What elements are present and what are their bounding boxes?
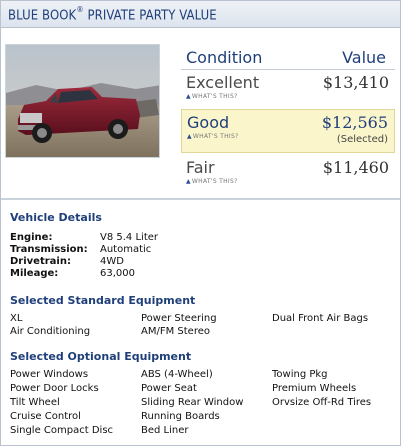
whats-this-link[interactable]: ▲WHAT'S THIS?: [186, 178, 238, 185]
triangle-icon: ▲: [186, 178, 191, 185]
condition-row-good[interactable]: Good ▲WHAT'S THIS? $12,565 (Selected): [181, 109, 395, 153]
equipment-item: ABS (4-Wheel): [141, 369, 213, 380]
detail-value: 63,000: [100, 268, 135, 279]
equipment-item: Cruise Control: [10, 411, 81, 422]
equipment-item: Power Steering: [141, 313, 217, 324]
standard-equipment-title: Selected Standard Equipment: [10, 294, 196, 307]
equipment-item: Orvsize Off-Rd Tires: [272, 397, 372, 408]
optional-equipment-title: Selected Optional Equipment: [10, 350, 192, 363]
whats-this-link[interactable]: ▲WHAT'S THIS?: [186, 93, 238, 100]
condition-header: Condition: [186, 48, 263, 67]
equipment-item: Power Windows: [10, 369, 89, 380]
vehicle-photo: [5, 44, 160, 158]
detail-label: Mileage:: [10, 268, 59, 279]
detail-value: 4WD: [100, 256, 124, 267]
equipment-item: XL: [10, 313, 23, 324]
condition-label: Fair: [186, 158, 215, 177]
condition-label: Excellent: [186, 73, 260, 92]
equipment-item: Dual Front Air Bags: [272, 313, 369, 324]
panel-title: BLUE BOOK® PRIVATE PARTY VALUE: [8, 5, 217, 24]
equipment-item: Power Seat: [141, 383, 197, 394]
condition-row-excellent[interactable]: Excellent ▲WHAT'S THIS? $13,410: [181, 70, 395, 110]
equipment-item: AM/FM Stereo: [141, 326, 210, 337]
equipment-item: Power Door Locks: [10, 383, 99, 394]
equipment-item: Towing Pkg: [272, 369, 328, 380]
section-divider: [1, 198, 400, 200]
equipment-item: Air Conditioning: [10, 326, 91, 337]
detail-value: Automatic: [100, 244, 152, 255]
detail-value: V8 5.4 Liter: [100, 232, 158, 243]
detail-label: Drivetrain:: [10, 256, 71, 267]
equipment-item: Tilt Wheel: [10, 397, 60, 408]
equipment-item: Sliding Rear Window: [141, 397, 244, 408]
condition-price: $13,410: [322, 73, 389, 92]
equipment-item: Single Compact Disc: [10, 425, 114, 436]
equipment-item: Premium Wheels: [272, 383, 357, 394]
condition-label: Good: [187, 113, 230, 132]
condition-price: $11,460: [322, 158, 389, 177]
kbb-value-panel: BLUE BOOK® PRIVATE PARTY VALUE Condition…: [0, 0, 401, 446]
equipment-item: Running Boards: [141, 411, 220, 422]
equipment-item: Bed Liner: [141, 425, 189, 436]
vehicle-details-title: Vehicle Details: [10, 211, 102, 224]
value-header: Value: [342, 48, 386, 67]
triangle-icon: ▲: [187, 133, 192, 140]
whats-this-link[interactable]: ▲WHAT'S THIS?: [187, 133, 239, 140]
detail-label: Engine:: [10, 232, 53, 243]
selected-indicator: (Selected): [336, 134, 388, 145]
condition-row-fair[interactable]: Fair ▲WHAT'S THIS? $11,460: [181, 155, 395, 195]
detail-label: Transmission:: [10, 244, 88, 255]
triangle-icon: ▲: [186, 93, 191, 100]
condition-price: $12,565: [321, 113, 388, 132]
title-bar: BLUE BOOK® PRIVATE PARTY VALUE: [1, 1, 400, 28]
